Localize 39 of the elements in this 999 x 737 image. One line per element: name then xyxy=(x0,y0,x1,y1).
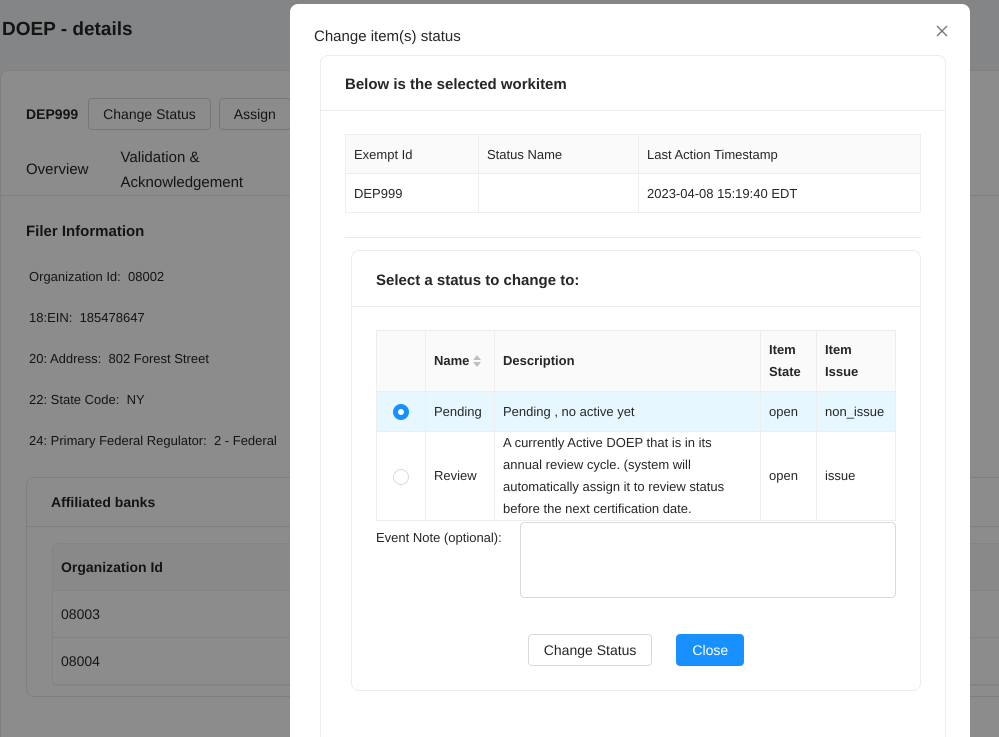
sort-icon[interactable] xyxy=(473,354,482,368)
table-cell: open xyxy=(760,432,816,520)
card-title: Below is the selected workitem xyxy=(321,56,945,111)
field-text: 22: State Code: NY xyxy=(29,392,145,407)
column-header: Status Name xyxy=(478,134,638,174)
column-header[interactable]: Name xyxy=(426,330,494,392)
field-label: Event Note (optional): xyxy=(376,529,503,547)
column-header: Item State xyxy=(760,330,816,392)
field-text: 24: Primary Federal Regulator: 2 - Federal xyxy=(29,433,277,448)
table-cell: 2023-04-08 15:19:40 EDT xyxy=(638,174,920,212)
field-text: 18:EIN: 185478647 xyxy=(29,310,145,325)
field-text: Organization Id: 08002 xyxy=(29,269,164,284)
change-status-button[interactable]: Change Status xyxy=(528,634,652,666)
table-cell: Pending , no active yet xyxy=(494,392,760,432)
card-title: Select a status to change to: xyxy=(352,251,920,307)
note-field[interactable] xyxy=(520,522,896,598)
action-button[interactable]: Change Status xyxy=(88,98,211,130)
column-header: Item Issue xyxy=(816,330,896,392)
tab[interactable]: Overview xyxy=(26,157,89,182)
section-title: Filer Information xyxy=(25,222,146,240)
record-id: DEP999 xyxy=(26,106,78,122)
field-text: 20: Address: 802 Forest Street xyxy=(29,351,209,366)
modal-title: Change item(s) status xyxy=(314,28,461,45)
table-cell: Pending xyxy=(426,392,494,432)
close-icon[interactable] xyxy=(936,25,948,37)
close-button[interactable]: Close xyxy=(676,634,744,666)
table-cell: non_issue xyxy=(816,392,896,432)
action-button[interactable]: Assign xyxy=(218,98,291,130)
page-title: DOEP - details xyxy=(1,18,133,42)
tab[interactable]: Validation & Acknowledgement xyxy=(120,144,261,194)
column-header: Exempt Id xyxy=(346,134,478,174)
radio-button[interactable] xyxy=(393,404,409,420)
column-header: Last Action Timestamp xyxy=(638,134,920,174)
table-cell: issue xyxy=(816,432,896,520)
table-cell: DEP999 xyxy=(346,174,478,212)
table-cell: Review xyxy=(426,432,494,520)
column-header: Description xyxy=(494,330,760,392)
table-cell: A currently Active DOEP that is in its annual review cycle. (system will automatically assign it to review status before the next certification date. xyxy=(494,432,760,520)
table-cell: open xyxy=(760,392,816,432)
